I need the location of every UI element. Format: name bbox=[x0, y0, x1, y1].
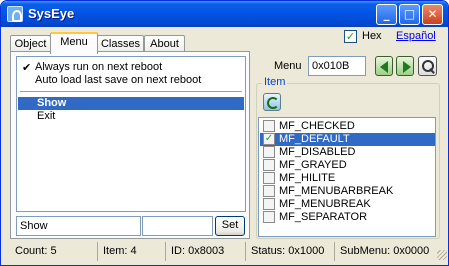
language-link[interactable]: Español bbox=[396, 30, 436, 42]
flag-label: MF_DISABLED bbox=[279, 146, 356, 158]
flag-label: MF_MENUBREAK bbox=[279, 198, 371, 210]
next-arrow-button[interactable] bbox=[396, 56, 414, 76]
menu-field-label: Menu bbox=[274, 60, 302, 72]
tab-menu[interactable]: Menu bbox=[50, 32, 98, 54]
flag-mf-default[interactable]: ✓ MF_DEFAULT bbox=[260, 133, 435, 146]
menu-item-exit[interactable]: Exit bbox=[18, 110, 244, 123]
item-group-title: Item bbox=[262, 76, 288, 88]
menu-tab-panel: ✔ Always run on next reboot Auto load la… bbox=[10, 51, 250, 239]
prev-arrow-button[interactable] bbox=[375, 56, 393, 76]
checkmark-icon: ✔ bbox=[22, 61, 32, 74]
status-bar: Count: 5 Item: 4 ID: 0x8003 Status: 0x10… bbox=[1, 242, 448, 262]
title-bar[interactable]: SysEye _ □ ✕ bbox=[1, 1, 448, 27]
flag-checkbox[interactable] bbox=[263, 120, 275, 132]
item-extra-field[interactable] bbox=[142, 216, 213, 236]
status-submenu: SubMenu: 0x0000 bbox=[334, 242, 436, 261]
flag-checkbox[interactable] bbox=[263, 146, 275, 158]
option-label: Auto load last save on next reboot bbox=[35, 74, 202, 86]
option-label: Always run on next reboot bbox=[35, 61, 163, 73]
flag-checkbox[interactable] bbox=[263, 211, 275, 223]
hex-checkbox[interactable]: ✓ bbox=[344, 30, 357, 43]
flag-mf-menubreak[interactable]: MF_MENUBREAK bbox=[260, 198, 435, 211]
status-count: Count: 5 bbox=[15, 245, 57, 257]
flag-mf-grayed[interactable]: MF_GRAYED bbox=[260, 159, 435, 172]
resize-grip[interactable] bbox=[437, 250, 447, 260]
minimize-icon: _ bbox=[383, 7, 390, 21]
close-button[interactable]: ✕ bbox=[422, 4, 443, 25]
flag-checkbox[interactable]: ✓ bbox=[263, 133, 275, 145]
flag-label: MF_HILITE bbox=[279, 172, 336, 184]
status-status: Status: 0x1000 bbox=[245, 242, 333, 261]
flag-mf-separator[interactable]: MF_SEPARATOR bbox=[260, 211, 435, 224]
flag-checkbox[interactable] bbox=[263, 198, 275, 210]
set-button[interactable]: Set bbox=[215, 216, 245, 236]
flag-label: MF_SEPARATOR bbox=[279, 211, 368, 223]
flag-checkbox[interactable] bbox=[263, 172, 275, 184]
status-id: ID: 0x8003 bbox=[165, 242, 244, 261]
item-text-field[interactable]: Show bbox=[16, 216, 141, 236]
flag-mf-disabled[interactable]: MF_DISABLED bbox=[260, 146, 435, 159]
hex-label: Hex bbox=[362, 30, 382, 42]
close-icon: ✕ bbox=[427, 7, 438, 21]
item-groupbox: Item MF_CHECKED ✓ MF_DEFAULT MF_DISABLED… bbox=[256, 76, 440, 239]
flag-label: MF_MENUBARBREAK bbox=[279, 185, 394, 197]
status-item: Item: 4 bbox=[97, 242, 164, 261]
app-window: SysEye _ □ ✕ Object Menu Classes About ✔… bbox=[0, 0, 449, 266]
maximize-icon: □ bbox=[403, 7, 416, 21]
menu-items-list[interactable]: ✔ Always run on next reboot Auto load la… bbox=[16, 56, 246, 212]
window-title: SysEye bbox=[28, 6, 75, 21]
flag-mf-menubarbreak[interactable]: MF_MENUBARBREAK bbox=[260, 185, 435, 198]
maximize-button[interactable]: □ bbox=[399, 4, 420, 25]
refresh-button[interactable] bbox=[263, 93, 281, 111]
item-flags-list[interactable]: MF_CHECKED ✓ MF_DEFAULT MF_DISABLED MF_G… bbox=[258, 117, 436, 237]
menu-item-show[interactable]: Show bbox=[18, 97, 244, 110]
flag-mf-checked[interactable]: MF_CHECKED bbox=[260, 120, 435, 133]
flag-checkbox[interactable] bbox=[263, 185, 275, 197]
flag-checkbox[interactable] bbox=[263, 159, 275, 171]
minimize-button[interactable]: _ bbox=[376, 4, 397, 25]
menu-handle-field[interactable]: 0x010B bbox=[308, 56, 366, 76]
separator bbox=[20, 91, 242, 93]
flag-label: MF_CHECKED bbox=[279, 120, 355, 132]
flag-label: MF_DEFAULT bbox=[279, 133, 350, 145]
flag-label: MF_GRAYED bbox=[279, 159, 347, 171]
app-eye-icon bbox=[7, 6, 23, 22]
flag-mf-hilite[interactable]: MF_HILITE bbox=[260, 172, 435, 185]
find-magnifier-button[interactable] bbox=[418, 56, 437, 76]
